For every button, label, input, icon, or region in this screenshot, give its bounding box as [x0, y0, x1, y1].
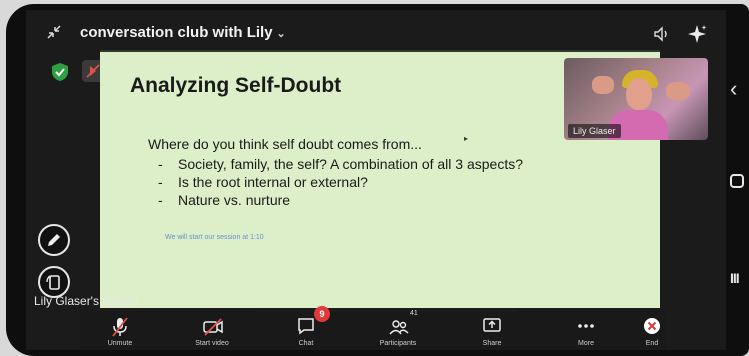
- system-navigation-bar: ‹ III: [726, 4, 749, 356]
- screen-share-label: Lily Glaser's screen: [34, 294, 139, 308]
- participants-button[interactable]: 41 Participants: [358, 310, 438, 350]
- more-button[interactable]: More: [546, 310, 626, 350]
- back-icon[interactable]: ‹: [730, 76, 737, 102]
- end-label: End: [645, 340, 659, 347]
- shield-icon[interactable]: [50, 62, 70, 82]
- pencil-icon: [48, 234, 60, 246]
- chat-button[interactable]: 9 Chat: [266, 306, 346, 350]
- slide-bullet: Is the root internal or external?: [158, 173, 523, 191]
- slide-bullet-list: Society, family, the self? A combination…: [158, 155, 523, 209]
- pointer-mark: ▸: [464, 134, 469, 143]
- participants-count: 41: [410, 310, 418, 317]
- minimize-icon[interactable]: [44, 24, 64, 44]
- end-button[interactable]: End: [636, 310, 668, 350]
- sparkle-icon[interactable]: [686, 23, 708, 45]
- chevron-down-icon: ⌄: [276, 28, 286, 40]
- meeting-screen: conversation club with Lily ⌄ Analyzing S…: [26, 10, 726, 350]
- slide-title: Analyzing Self-Doubt: [130, 74, 342, 97]
- microphone-muted-icon: [112, 317, 128, 337]
- slide-note: We will start our session at 1:10: [165, 234, 264, 241]
- share-button[interactable]: Share: [452, 310, 532, 350]
- video-face: [626, 78, 652, 110]
- annotate-button[interactable]: [38, 224, 70, 256]
- recent-apps-icon[interactable]: III: [730, 270, 740, 286]
- end-meeting-icon: [644, 318, 660, 334]
- rotate-device-icon: [46, 275, 60, 290]
- start-video-button[interactable]: Start video: [172, 310, 252, 350]
- home-icon[interactable]: [730, 174, 744, 188]
- participant-video-tile[interactable]: Lily Glaser: [564, 58, 708, 140]
- more-label: More: [578, 340, 594, 347]
- unmute-button[interactable]: Unmute: [80, 310, 160, 350]
- participants-icon: [389, 320, 409, 335]
- slide-bullet: Nature vs. nurture: [158, 191, 523, 209]
- video-hand-left: [592, 76, 614, 94]
- slide-question: Where do you think self doubt comes from…: [148, 136, 422, 152]
- more-dots-icon: [578, 324, 594, 328]
- chat-bubble-icon: [298, 318, 314, 335]
- participant-name-tag: Lily Glaser: [568, 124, 621, 138]
- slide-bullet: Society, family, the self? A combination…: [158, 155, 523, 173]
- share-label: Share: [482, 340, 502, 347]
- camera-off-icon: [203, 318, 223, 336]
- video-hand-right: [666, 82, 690, 100]
- share-screen-icon: [483, 318, 501, 332]
- start-video-label: Start video: [195, 340, 229, 347]
- chat-unread-badge: 9: [314, 306, 330, 322]
- meeting-title[interactable]: conversation club with Lily ⌄: [80, 24, 286, 41]
- meeting-title-text: conversation club with Lily: [80, 24, 273, 41]
- chat-label: Chat: [298, 340, 314, 347]
- device-bezel: conversation club with Lily ⌄ Analyzing S…: [6, 4, 749, 356]
- top-bar: conversation club with Lily ⌄: [26, 10, 726, 54]
- participants-label: Participants: [379, 340, 417, 347]
- meeting-toolbar: Unmute Start video 9 Chat 41 Participant…: [80, 306, 668, 350]
- unmute-label: Unmute: [107, 340, 133, 347]
- speaker-icon[interactable]: [652, 24, 672, 44]
